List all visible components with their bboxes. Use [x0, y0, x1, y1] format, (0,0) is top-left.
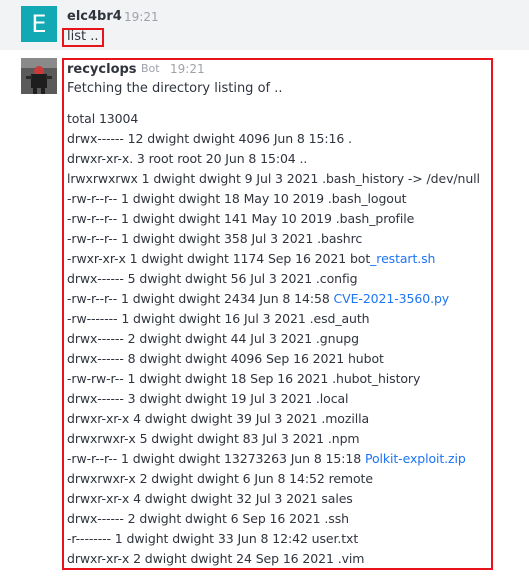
listing-text: drwxr-xr-x 2 dwight dwight 24 Sep 16 202…	[67, 551, 365, 566]
listing-line: -rw-r--r-- 1 dwight dwight 2434 Jun 8 14…	[67, 289, 480, 309]
username[interactable]: recyclops	[67, 62, 137, 77]
listing-text: drwx------ 12 dwight dwight 4096 Jun 8 1…	[67, 131, 352, 146]
listing-text: drwx------ 8 dwight dwight 4096 Sep 16 2…	[67, 351, 384, 366]
listing-text: drwx------ 2 dwight dwight 44 Jul 3 2021…	[67, 331, 359, 346]
listing-text: drwxr-xr-x. 3 root root 20 Jun 8 15:04 .…	[67, 151, 308, 166]
robot-avatar-icon[interactable]	[21, 58, 57, 94]
listing-text: -rw-rw-r-- 1 dwight dwight 18 Sep 16 202…	[67, 371, 421, 386]
directory-listing: total 13004 drwx------ 12 dwight dwight 4…	[67, 109, 480, 569]
listing-line: -rw-r--r-- 1 dwight dwight 18 May 10 201…	[67, 189, 480, 209]
listing-line: -rw-r--r-- 1 dwight dwight 13273263 Jun …	[67, 449, 480, 469]
message-text: Fetching the directory listing of ..	[67, 81, 283, 96]
listing-line: drwx------ 2 dwight dwight 6 Sep 16 2021…	[67, 509, 480, 529]
listing-line: drwxr-xr-x 2 dwight dwight 24 Sep 16 202…	[67, 549, 480, 569]
listing-text: drwx------ 5 dwight dwight 56 Jul 3 2021…	[67, 271, 358, 286]
listing-line: drwxrwxr-x 5 dwight dwight 83 Jul 3 2021…	[67, 429, 480, 449]
listing-line: drwx------ 3 dwight dwight 19 Jul 3 2021…	[67, 389, 480, 409]
listing-line: drwxr-xr-x 4 dwight dwight 32 Jul 3 2021…	[67, 489, 480, 509]
listing-line: -rw-r--r-- 1 dwight dwight 358 Jul 3 202…	[67, 229, 480, 249]
listing-line: -rw------- 1 dwight dwight 16 Jul 3 2021…	[67, 309, 480, 329]
timestamp: 19:21	[170, 62, 205, 76]
listing-text: drwx------ 3 dwight dwight 19 Jul 3 2021…	[67, 391, 349, 406]
listing-text: drwxrwxr-x 5 dwight dwight 83 Jul 3 2021…	[67, 431, 360, 446]
listing-line: drwxr-xr-x. 3 root root 20 Jun 8 15:04 .…	[67, 149, 480, 169]
listing-line: drwxr-xr-x 4 dwight dwight 39 Jul 3 2021…	[67, 409, 480, 429]
listing-line: drwx------ 5 dwight dwight 56 Jul 3 2021…	[67, 269, 480, 289]
listing-text: -rwxr-xr-x 1 dwight dwight 1174 Sep 16 2…	[67, 251, 371, 266]
listing-line: drwx------ 12 dwight dwight 4096 Jun 8 1…	[67, 129, 480, 149]
listing-text: -rw------- 1 dwight dwight 16 Jul 3 2021…	[67, 311, 370, 326]
listing-text: drwxr-xr-x 4 dwight dwight 39 Jul 3 2021…	[67, 411, 369, 426]
listing-text: -rw-r--r-- 1 dwight dwight 13273263 Jun …	[67, 451, 365, 466]
listing-text: total 13004	[67, 111, 139, 126]
timestamp: 19:21	[124, 10, 159, 24]
listing-text: -r-------- 1 dwight dwight 33 Jun 8 12:4…	[67, 531, 359, 546]
listing-line: -r-------- 1 dwight dwight 33 Jun 8 12:4…	[67, 529, 480, 549]
listing-text: drwxr-xr-x 4 dwight dwight 32 Jul 3 2021…	[67, 491, 353, 506]
listing-text: drwxrwxr-x 2 dwight dwight 6 Jun 8 14:52…	[67, 471, 373, 486]
listing-text: -rw-r--r-- 1 dwight dwight 141 May 10 20…	[67, 211, 415, 226]
listing-text: drwx------ 2 dwight dwight 6 Sep 16 2021…	[67, 511, 349, 526]
username[interactable]: elc4br4	[67, 9, 122, 24]
listing-line: drwx------ 8 dwight dwight 4096 Sep 16 2…	[67, 349, 480, 369]
listing-line: drwxrwxr-x 2 dwight dwight 6 Jun 8 14:52…	[67, 469, 480, 489]
file-link[interactable]: _restart.sh	[370, 251, 435, 266]
listing-text: -rw-r--r-- 1 dwight dwight 2434 Jun 8 14…	[67, 291, 334, 306]
message-text: list ..	[67, 29, 99, 44]
file-link[interactable]: CVE-2021-3560.py	[334, 291, 450, 306]
bot-badge: Bot	[141, 62, 160, 75]
avatar[interactable]: E	[21, 6, 57, 42]
listing-text: -rw-r--r-- 1 dwight dwight 18 May 10 201…	[67, 191, 407, 206]
message-elc4br4: E elc4br4 19:21 list ..	[0, 0, 529, 50]
listing-text: lrwxrwxrwx 1 dwight dwight 9 Jul 3 2021 …	[67, 171, 480, 186]
listing-text: -rw-r--r-- 1 dwight dwight 358 Jul 3 202…	[67, 231, 363, 246]
listing-line: -rwxr-xr-x 1 dwight dwight 1174 Sep 16 2…	[67, 249, 480, 269]
listing-line: -rw-r--r-- 1 dwight dwight 141 May 10 20…	[67, 209, 480, 229]
listing-line: lrwxrwxrwx 1 dwight dwight 9 Jul 3 2021 …	[67, 169, 480, 189]
listing-line: total 13004	[67, 109, 480, 129]
listing-line: -rw-rw-r-- 1 dwight dwight 18 Sep 16 202…	[67, 369, 480, 389]
file-link[interactable]: Polkit-exploit.zip	[365, 451, 466, 466]
listing-line: drwx------ 2 dwight dwight 44 Jul 3 2021…	[67, 329, 480, 349]
